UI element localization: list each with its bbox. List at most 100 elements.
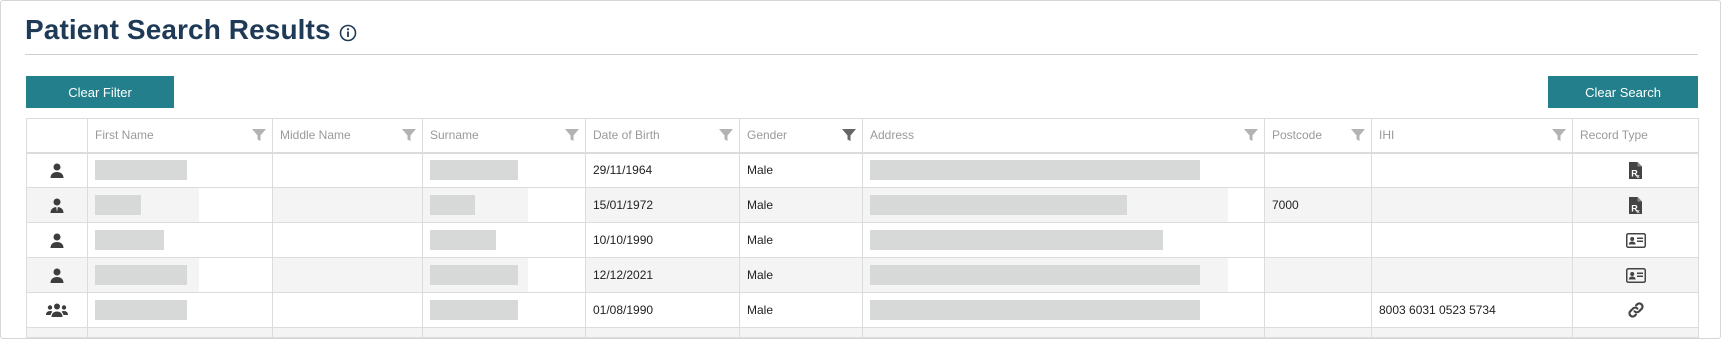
column-label: First Name [95,128,154,143]
gender-cell: Male [739,292,863,328]
gender-cell: Male [739,152,863,188]
dob-cell: 29/11/1964 [585,152,740,188]
record-type-cell[interactable] [1572,292,1699,328]
table-cell [1371,327,1573,338]
person-icon-cell [26,222,88,258]
link-icon[interactable] [1627,301,1645,319]
filter-icon[interactable] [719,128,733,142]
table-cell [26,327,88,338]
column-header-postcode[interactable]: Postcode [1264,118,1372,154]
patient-results-table: First Name Middle Name Surname Date of B… [26,118,1699,338]
prescription-icon[interactable]: Rx [1629,196,1642,214]
dob-cell: 15/01/1972 [585,187,740,223]
info-icon[interactable] [339,24,357,42]
middle-name-cell [272,152,423,188]
middle-name-cell [272,187,423,223]
middle-name-cell [272,292,423,328]
filter-icon[interactable] [252,128,266,142]
table-cell [272,327,423,338]
redacted-block [430,230,496,250]
ihi-cell [1371,187,1573,223]
column-label: Postcode [1272,128,1323,143]
ihi-cell: 8003 6031 0523 5734 [1371,292,1573,328]
redacted-block [430,265,518,285]
column-label: Address [870,128,915,143]
gender-cell: Male [739,257,863,293]
redacted-block [95,160,187,181]
filter-icon[interactable] [1244,128,1258,142]
surname-cell [422,292,586,328]
postcode-cell [1264,257,1372,293]
title-divider [25,54,1698,55]
address-cell [862,292,1265,328]
filter-icon[interactable] [402,128,416,142]
record-type-cell[interactable]: Rx [1572,187,1699,223]
postcode-cell: 7000 [1264,187,1372,223]
redacted-block [870,265,1200,285]
person-icon [50,268,64,283]
surname-cell [422,152,586,188]
column-label: Middle Name [280,128,351,143]
column-label: Gender [747,128,788,143]
record-type-cell[interactable] [1572,222,1699,258]
table-row[interactable]: 12/12/2021 Male [26,257,1699,293]
prescription-icon[interactable]: Rx [1629,161,1642,179]
table-row[interactable]: 10/10/1990 Male [26,222,1699,258]
clear-search-button[interactable]: Clear Search [1548,76,1698,108]
person-icon [50,233,64,248]
column-label: Surname [430,128,479,143]
column-header-surname[interactable]: Surname [422,118,586,154]
redacted-block [95,265,187,285]
first-name-cell [87,292,273,328]
redacted-block [95,195,141,215]
person-icon-cell [26,152,88,188]
address-cell [862,152,1265,188]
column-header-gender[interactable]: Gender [739,118,863,154]
person-icon-cell [26,257,88,293]
filter-icon[interactable] [1552,128,1566,142]
first-name-cell [87,257,273,293]
column-header-address[interactable]: Address [862,118,1265,154]
clear-filter-button[interactable]: Clear Filter [26,76,174,108]
table-cell [739,327,863,338]
table-cell [1264,327,1372,338]
first-name-cell [87,222,273,258]
column-header-ihi[interactable]: IHI [1371,118,1573,154]
postcode-cell [1264,222,1372,258]
record-type-cell[interactable]: Rx [1572,152,1699,188]
table-row[interactable]: 15/01/1972 Male 7000 Rx [26,187,1699,223]
column-header-middle-name[interactable]: Middle Name [272,118,423,154]
person-icon [50,163,64,178]
id-card-icon[interactable] [1625,267,1646,283]
address-cell [862,187,1265,223]
column-label: Record Type [1580,128,1648,143]
surname-cell [422,187,586,223]
redacted-block [870,230,1163,250]
column-header-first-name[interactable]: First Name [87,118,273,154]
column-header-record-type[interactable]: Record Type [1572,118,1699,154]
table-cell [585,327,740,338]
filter-icon[interactable] [1351,128,1365,142]
redacted-block [430,160,518,181]
first-name-cell [87,152,273,188]
redacted-block [95,300,187,320]
column-header-date-of-birth[interactable]: Date of Birth [585,118,740,154]
table-row[interactable]: 01/08/1990 Male 8003 6031 0523 5734 [26,292,1699,328]
redacted-block [430,195,475,215]
table-row[interactable]: 29/11/1964 Male Rx [26,152,1699,188]
ihi-cell [1371,222,1573,258]
column-label: IHI [1379,128,1395,143]
dob-cell: 01/08/1990 [585,292,740,328]
ihi-cell [1371,257,1573,293]
address-cell [862,222,1265,258]
table-row-partial [26,327,1699,338]
group-icon [46,303,68,318]
person-icon-cell [26,187,88,223]
filter-active-icon[interactable] [842,128,856,142]
middle-name-cell [272,222,423,258]
filter-icon[interactable] [565,128,579,142]
table-cell [87,327,273,338]
id-card-icon[interactable] [1625,232,1646,248]
record-type-cell[interactable] [1572,257,1699,293]
table-header-row: First Name Middle Name Surname Date of B… [26,118,1699,154]
